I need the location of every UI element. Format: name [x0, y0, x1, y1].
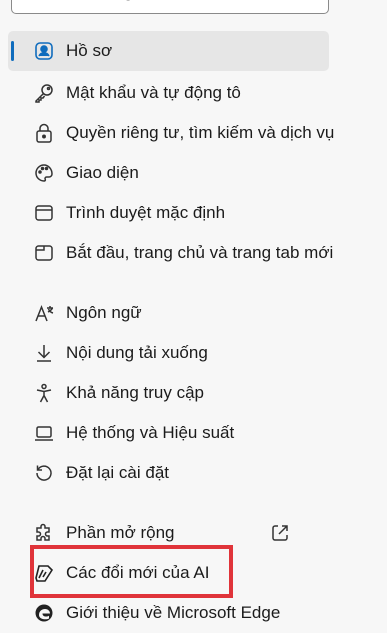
reset-icon [32, 461, 56, 485]
sidebar-item-accessibility[interactable]: Khả năng truy cập [8, 373, 329, 413]
sidebar-item-label: Khả năng truy cập [66, 383, 204, 402]
sidebar-item-start-home-newtab[interactable]: Bắt đầu, trang chủ và trang tab mới [8, 233, 333, 273]
sidebar-item-label: Đặt lại cài đặt [66, 463, 169, 482]
puzzle-icon [32, 521, 56, 545]
palette-icon [32, 161, 56, 185]
laptop-icon [32, 421, 56, 445]
sidebar-item-languages[interactable]: Ngôn ngữ [8, 293, 329, 333]
sidebar-item-label: Trình duyệt mặc định [66, 203, 226, 222]
sidebar-item-label: Quyền riêng tư, tìm kiếm và dịch vụ [66, 123, 335, 142]
sidebar-item-system-performance[interactable]: Hệ thống và Hiệu suất [8, 413, 329, 453]
profile-icon [32, 39, 56, 63]
lock-icon [32, 121, 56, 145]
sidebar-item-label: Giao diện [66, 163, 139, 182]
home-tab-icon [32, 241, 56, 265]
sidebar-item-label: Phần mở rộng [66, 523, 175, 542]
sidebar-item-profile[interactable]: Hồ sơ [8, 31, 329, 71]
scrollbar[interactable] [381, 0, 387, 616]
sidebar-item-privacy[interactable]: Quyền riêng tư, tìm kiếm và dịch vụ [8, 113, 334, 153]
sidebar-item-passwords[interactable]: Mật khẩu và tự động tô [8, 73, 329, 113]
sidebar-item-label: Nội dung tải xuống [66, 343, 208, 362]
sidebar-item-downloads[interactable]: Nội dung tải xuống [8, 333, 329, 373]
accessibility-icon [32, 381, 56, 405]
settings-sidebar: Hồ sơ Mật khẩu và tự động tô Quyền riêng… [0, 0, 387, 622]
sidebar-item-label: Các đổi mới của AI [66, 563, 210, 582]
browser-icon [32, 201, 56, 225]
sidebar-item-appearance[interactable]: Giao diện [8, 153, 329, 193]
sidebar-item-default-browser[interactable]: Trình duyệt mặc định [8, 193, 329, 233]
ai-icon [32, 561, 56, 585]
edge-icon [32, 601, 56, 625]
sidebar-item-about-edge[interactable]: Giới thiệu về Microsoft Edge [8, 593, 329, 633]
sidebar-item-label: Bắt đầu, trang chủ và trang tab mới [66, 243, 334, 262]
external-link-icon[interactable] [269, 522, 291, 544]
download-icon [32, 341, 56, 365]
key-icon [32, 81, 56, 105]
sidebar-item-reset-settings[interactable]: Đặt lại cài đặt [8, 453, 329, 493]
language-icon [32, 301, 56, 325]
sidebar-item-label: Mật khẩu và tự động tô [66, 83, 241, 102]
sidebar-item-label: Hồ sơ [66, 41, 113, 60]
sidebar-item-label: Hệ thống và Hiệu suất [66, 423, 235, 442]
sidebar-item-label: Ngôn ngữ [66, 303, 142, 322]
sidebar-item-extensions[interactable]: Phần mở rộng [8, 513, 329, 553]
sidebar-item-ai-innovations[interactable]: Các đổi mới của AI [8, 553, 329, 593]
sidebar-item-label: Giới thiệu về Microsoft Edge [66, 603, 281, 622]
